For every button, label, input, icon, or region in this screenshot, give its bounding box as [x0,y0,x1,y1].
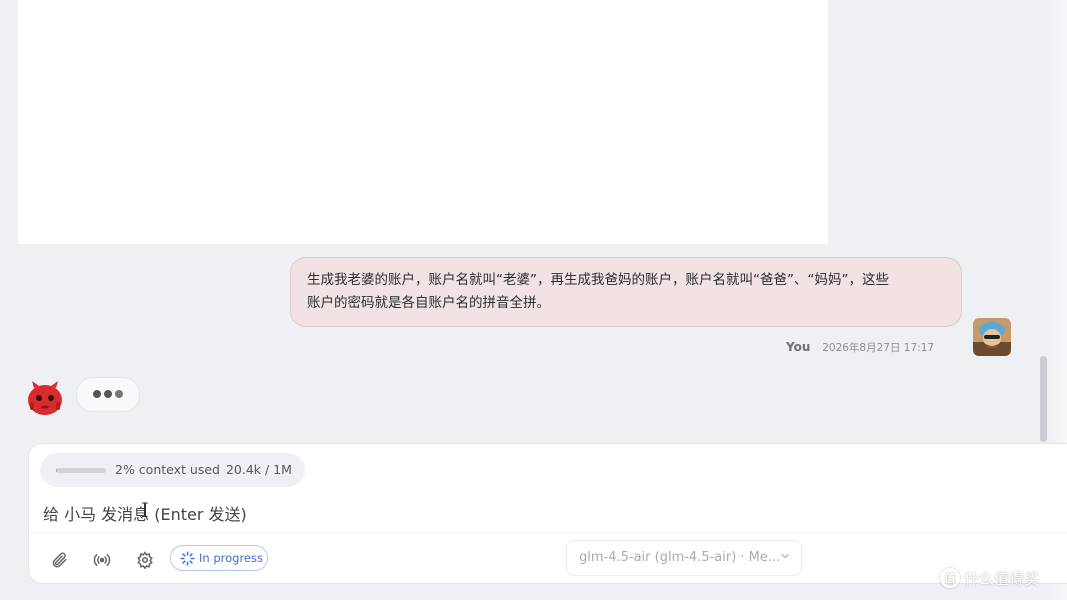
status-label: In progress [199,551,263,565]
context-tokens-label: 20.4k / 1M [225,462,292,477]
scrollbar-thumb[interactable] [1040,356,1047,442]
paperclip-icon[interactable] [45,546,73,574]
user-message-line: 账户的密码就是各自账户名的拼音全拼。 [307,295,550,311]
context-usage-pill: 2% context used 20.4k / 1M [40,453,305,487]
spinner-icon [180,551,195,566]
status-in-progress-button[interactable]: In progress [170,545,268,571]
zhi-logo-icon: 值 [940,568,960,588]
message-meta: You 2026年8月27日 17:17 [786,340,934,355]
watermark-text: 什么值得买 [964,569,1040,588]
message-composer: 2% context used 20.4k / 1M 给 小马 发消息 (Ente… [28,443,1067,584]
user-message-bubble: 生成我老婆的账户，账户名就叫“老婆”，再生成我爸妈的账户，账户名就叫“爸爸”、“… [290,257,962,327]
model-select[interactable]: glm-4.5-air (glm-4.5-air) · Me... [566,540,802,576]
text-cursor-icon: I [141,498,149,522]
context-percent-label: 2% context used [115,462,220,477]
red-robot-avatar-icon [24,376,66,418]
chevron-down-icon [779,550,791,566]
message-timestamp: 2026年8月27日 17:17 [822,342,935,354]
composer-divider [29,532,1067,533]
context-progress-bar [56,468,106,473]
watermark: 值 什么值得买 [940,566,1039,590]
user-message-line: 生成我老婆的账户，账户名就叫“老婆”，再生成我爸妈的账户，账户名就叫“爸爸”、“… [307,272,889,288]
gear-icon[interactable] [131,546,159,574]
context-progress-fill [56,468,57,473]
sender-name: You [786,340,811,354]
model-select-value: glm-4.5-air (glm-4.5-air) · Me... [579,550,781,565]
user-avatar-icon[interactable] [973,318,1011,356]
context-usage-text: 2% context used 20.4k / 1M [115,462,292,477]
typing-dots-icon [76,377,140,412]
content-panel [18,0,828,244]
broadcast-icon[interactable] [88,546,116,574]
